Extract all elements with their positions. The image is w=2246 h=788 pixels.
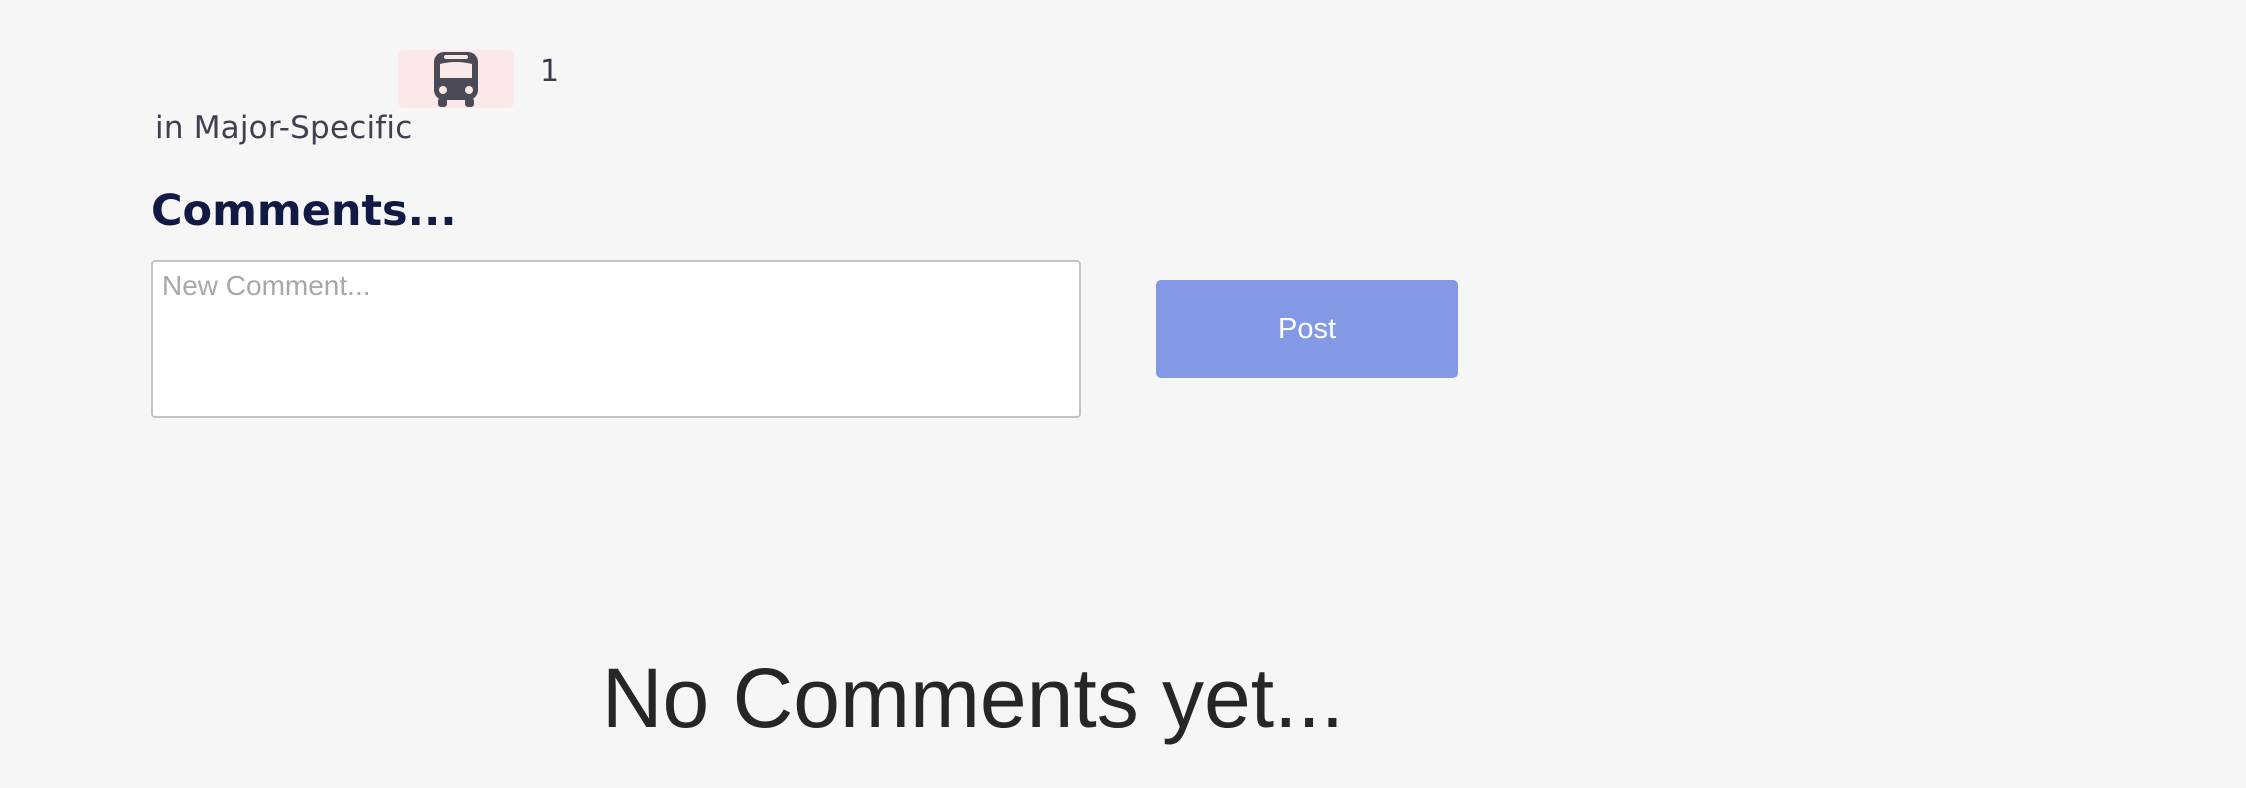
post-category: in Major-Specific: [155, 110, 413, 146]
comments-heading: Comments...: [151, 186, 457, 236]
reaction-badge[interactable]: [398, 50, 514, 108]
bus-icon: [430, 50, 482, 108]
reaction-count: 1: [540, 54, 560, 89]
post-button[interactable]: Post: [1156, 280, 1458, 378]
empty-comments-message: No Comments yet...: [601, 651, 1345, 745]
new-comment-input[interactable]: [151, 260, 1081, 418]
